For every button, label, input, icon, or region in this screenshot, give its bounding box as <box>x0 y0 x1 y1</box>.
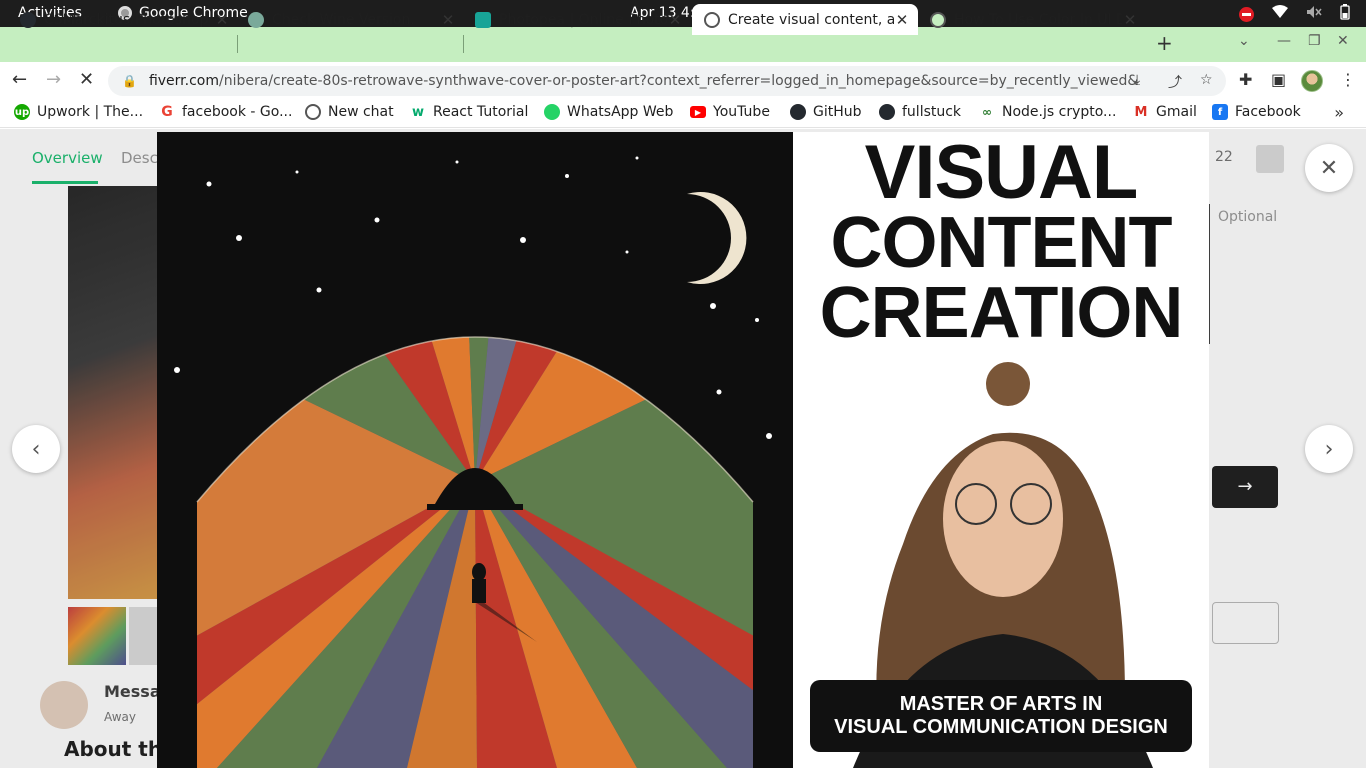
tab-github-photoshop[interactable]: CSMarckitus/Photoshop ✕ <box>0 4 238 35</box>
bookmark-star-icon[interactable]: ☆ <box>1200 72 1213 88</box>
new-tab-button[interactable]: + <box>1156 31 1173 55</box>
url-domain: fiverr.com <box>148 73 220 89</box>
close-window-icon[interactable]: ✕ <box>1337 33 1349 49</box>
forward-arrow-icon[interactable]: → <box>46 69 61 90</box>
github-icon <box>879 104 895 120</box>
next-image-button[interactable]: › <box>1305 425 1353 473</box>
tab-title: Photopea | Online Photo <box>499 11 667 28</box>
url-path: /nibera/create-80s-retrowave-synthwave-c… <box>219 73 1139 89</box>
upwork-icon: up <box>14 104 30 120</box>
share-icon[interactable]: ⤴ <box>1168 72 1182 92</box>
headline: VISUAL CONTENT CREATION <box>793 132 1209 353</box>
bookmark-label: facebook - Go... <box>182 104 293 120</box>
stop-loading-icon[interactable]: ✕ <box>79 69 94 90</box>
bookmark-label: WhatsApp Web <box>567 104 674 120</box>
browser-toolbar: ← → ✕ 🔒 fiverr.com/nibera/create-80s-ret… <box>0 62 1366 99</box>
bookmark-label: New chat <box>328 104 394 120</box>
install-app-icon[interactable]: ⤓ <box>1134 72 1140 88</box>
bookmark-nodejs-crypto[interactable]: ∞ Node.js crypto... <box>979 104 1116 120</box>
bookmark-label: fullstuck <box>902 104 962 120</box>
minimize-icon[interactable]: — <box>1277 33 1291 49</box>
tab-title: Create visual content, a <box>728 11 894 28</box>
chevron-right-icon: › <box>1324 436 1334 462</box>
github-icon <box>790 104 806 120</box>
headline-line-1: VISUAL <box>864 132 1139 215</box>
globe-icon <box>704 11 720 28</box>
extensions-puzzle-icon[interactable]: ✚ <box>1239 70 1252 89</box>
w3schools-icon: w <box>410 104 426 120</box>
back-arrow-icon[interactable]: ← <box>12 69 27 90</box>
chevron-left-icon: ‹ <box>31 436 41 462</box>
lightbox-image: VISUAL CONTENT CREATION MASTER OF ARTS I… <box>157 132 1209 768</box>
chatgpt-icon <box>305 104 321 120</box>
bookmark-label: YouTube <box>713 104 770 120</box>
lock-icon[interactable]: 🔒 <box>122 74 137 88</box>
bookmark-whatsapp[interactable]: WhatsApp Web <box>544 104 673 120</box>
tab-separator <box>463 35 464 53</box>
facebook-icon: f <box>1212 104 1228 120</box>
bookmark-github[interactable]: GitHub <box>790 104 862 120</box>
bookmark-youtube[interactable]: ▶ YouTube <box>690 104 770 120</box>
badge-line-1: MASTER OF ARTS IN <box>899 693 1103 715</box>
previous-image-button[interactable]: ‹ <box>12 425 60 473</box>
gmail-icon: M <box>1133 104 1149 120</box>
link-icon: ∞ <box>979 104 995 120</box>
wifi-icon <box>1272 5 1288 23</box>
badge-line-2: VISUAL COMMUNICATION DESIGN <box>834 716 1168 738</box>
tab-color-ui[interactable]: How To Use Color In UI D ✕ <box>910 4 1146 35</box>
bookmark-new-chat[interactable]: New chat <box>305 104 394 120</box>
bookmark-label: React Tutorial <box>433 104 529 120</box>
tab-search-chevron-icon[interactable]: ⌄ <box>1238 33 1250 49</box>
tab-title: How To Use Color In UI D <box>954 11 1122 28</box>
system-tray[interactable] <box>1239 4 1350 24</box>
retrowave-tunnel-artwork <box>157 132 793 768</box>
close-tab-icon[interactable]: ✕ <box>1122 11 1138 29</box>
close-icon: ✕ <box>1319 155 1339 181</box>
globe-icon <box>930 11 946 28</box>
tab-title: Check Wine Version. <box>272 11 415 28</box>
tab-create-visual-content[interactable]: Create visual content, a ✕ <box>692 4 918 35</box>
chatgpt-icon <box>248 11 264 28</box>
more-menu-icon[interactable]: ⋮ <box>1340 70 1356 89</box>
photopea-icon <box>475 11 491 28</box>
profile-avatar[interactable] <box>1301 70 1323 92</box>
tab-photopea[interactable]: Photopea | Online Photo ✕ <box>455 4 691 35</box>
google-icon: G <box>159 104 175 120</box>
address-bar[interactable]: 🔒 fiverr.com/nibera/create-80s-retrowave… <box>108 66 1226 96</box>
youtube-icon: ▶ <box>690 106 706 118</box>
close-tab-icon[interactable]: ✕ <box>667 11 683 29</box>
headline-line-2: CONTENT <box>830 203 1173 283</box>
bookmark-facebook-google[interactable]: Gfacebook - Go... <box>159 104 292 120</box>
headline-line-3: CREATION <box>819 273 1184 353</box>
bookmark-facebook[interactable]: f Facebook <box>1212 104 1301 120</box>
bookmarks-bar: up Upwork | The... Gfacebook - Go... New … <box>0 99 1366 128</box>
bookmark-label: Facebook <box>1235 104 1301 120</box>
tab-check-wine[interactable]: Check Wine Version. ✕ <box>228 4 464 35</box>
credential-badge: MASTER OF ARTS IN VISUAL COMMUNICATION D… <box>810 680 1192 752</box>
bookmark-react-tutorial[interactable]: w React Tutorial <box>410 104 528 120</box>
bookmark-label: Gmail <box>1156 104 1197 120</box>
do-not-disturb-icon <box>1239 6 1254 22</box>
bookmark-label: GitHub <box>813 104 862 120</box>
bookmark-label: Upwork | The... <box>37 104 144 120</box>
tab-separator <box>237 35 238 53</box>
bookmark-label: Node.js crypto... <box>1002 104 1117 120</box>
battery-icon <box>1340 4 1350 24</box>
maximize-icon[interactable]: ❐ <box>1308 33 1321 49</box>
volume-muted-icon <box>1306 5 1322 23</box>
bookmark-gmail[interactable]: M Gmail <box>1133 104 1197 120</box>
promo-panel: VISUAL CONTENT CREATION MASTER OF ARTS I… <box>793 132 1209 768</box>
close-tab-icon[interactable]: ✕ <box>894 11 910 29</box>
bookmark-fullstuck[interactable]: fullstuck <box>879 104 961 120</box>
tab-title: CSMarckitus/Photoshop <box>44 11 209 28</box>
close-tab-icon[interactable]: ✕ <box>440 11 456 29</box>
more-bookmarks-icon[interactable]: » <box>1334 103 1344 122</box>
bookmark-upwork[interactable]: up Upwork | The... <box>14 104 143 120</box>
whatsapp-icon <box>544 104 560 120</box>
url-text[interactable]: fiverr.com/nibera/create-80s-retrowave-s… <box>149 73 1139 89</box>
side-panel-icon[interactable]: ▣ <box>1271 70 1286 89</box>
close-lightbox-button[interactable]: ✕ <box>1305 144 1353 192</box>
github-icon <box>20 11 36 28</box>
